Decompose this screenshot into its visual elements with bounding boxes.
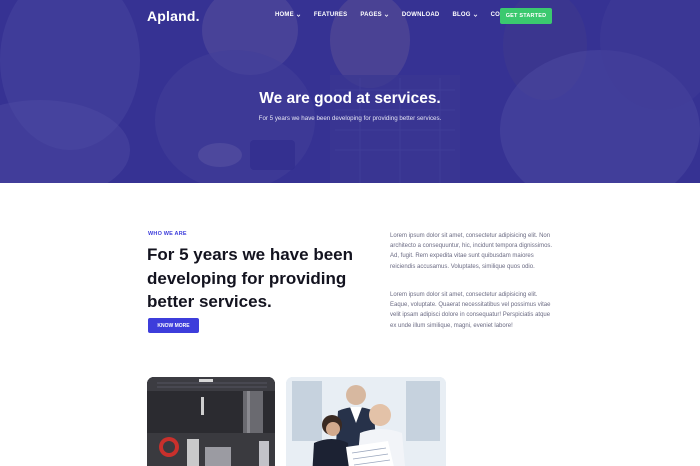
office-photo-card <box>147 377 275 466</box>
nav-item-features[interactable]: FEATURES <box>314 12 348 18</box>
know-more-button[interactable]: KNOW MORE <box>148 318 199 333</box>
nav-item-pages[interactable]: PAGES <box>360 12 389 18</box>
nav-item-label: PAGES <box>360 12 382 18</box>
nav-item-download[interactable]: DOWNLOAD <box>402 12 440 18</box>
hero-title: We are good at services. <box>259 90 441 107</box>
chevron-down-icon <box>384 13 389 18</box>
section-heading: For 5 years we have been developing for … <box>147 245 353 311</box>
nav-links: HOME FEATURES PAGES DOWNLOAD BLOG <box>275 12 521 18</box>
about-paragraph-1: Lorem ipsum dolor sit amet, consectetur … <box>390 233 553 270</box>
nav-item-label: DOWNLOAD <box>401 12 440 18</box>
section-eyebrow: WHO WE ARE <box>148 231 187 237</box>
chevron-down-icon <box>296 13 301 18</box>
hero-section: Apland. HOME FEATURES PAGES DOWNLOAD BLO… <box>0 0 700 183</box>
nav-item-blog[interactable]: BLOG <box>452 12 477 18</box>
nav-item-label: BLOG <box>452 12 471 18</box>
nav-item-label: HOME <box>275 12 294 18</box>
nav-item-home[interactable]: HOME <box>275 12 301 18</box>
about-paragraph-2: Lorem ipsum dolor sit amet, consectetur … <box>390 292 551 329</box>
chevron-down-icon <box>473 13 478 18</box>
hero-subtitle: For 5 years we have been developing for … <box>258 115 442 122</box>
team-photo-card <box>286 377 446 466</box>
brand-logo[interactable]: Apland. <box>147 8 200 24</box>
nav-item-label: FEATURES <box>313 12 348 18</box>
get-started-button[interactable]: GET STARTED <box>500 8 552 24</box>
top-navbar: Apland. HOME FEATURES PAGES DOWNLOAD BLO… <box>0 0 700 32</box>
